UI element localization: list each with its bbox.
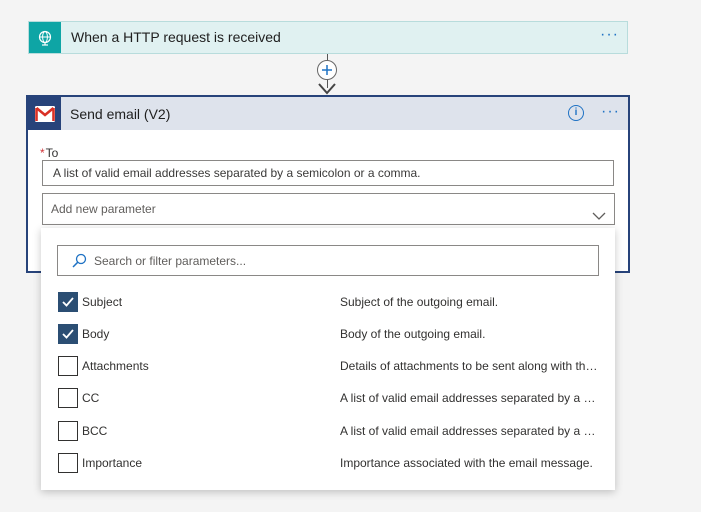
parameter-row-bcc[interactable]: BCC A list of valid email addresses sepa… xyxy=(57,420,599,442)
trigger-title: When a HTTP request is received xyxy=(71,29,281,45)
action-more-icon[interactable]: ··· xyxy=(601,104,620,120)
search-icon xyxy=(71,253,87,274)
add-step-button[interactable] xyxy=(317,60,337,80)
add-parameter-placeholder: Add new parameter xyxy=(51,202,156,216)
cc-checkbox[interactable] xyxy=(58,388,78,408)
body-checkbox[interactable] xyxy=(58,324,78,344)
parameter-description: Body of the outgoing email. xyxy=(340,327,486,341)
parameter-description: A list of valid email addresses separate… xyxy=(340,391,598,405)
checkmark-icon xyxy=(62,329,74,339)
parameter-name: CC xyxy=(82,391,100,405)
info-icon[interactable]: i xyxy=(568,105,584,121)
parameter-name: Body xyxy=(82,327,110,341)
parameter-name: Subject xyxy=(82,295,123,309)
importance-checkbox[interactable] xyxy=(58,453,78,473)
parameter-row-subject[interactable]: Subject Subject of the outgoing email. xyxy=(57,291,599,313)
trigger-card[interactable]: When a HTTP request is received ··· xyxy=(28,21,628,54)
parameter-row-cc[interactable]: CC A list of valid email addresses separ… xyxy=(57,387,599,409)
subject-checkbox[interactable] xyxy=(58,292,78,312)
to-field-label: *To xyxy=(40,146,58,160)
plus-icon xyxy=(322,65,332,75)
http-request-icon xyxy=(29,22,61,53)
parameter-search-input[interactable]: Search or filter parameters... xyxy=(57,245,599,276)
parameter-description: Details of attachments to be sent along … xyxy=(340,359,598,373)
action-title: Send email (V2) xyxy=(70,106,171,122)
parameter-row-body[interactable]: Body Body of the outgoing email. xyxy=(57,323,599,345)
parameter-row-importance[interactable]: Importance Importance associated with th… xyxy=(57,452,599,474)
parameter-description: A list of valid email addresses separate… xyxy=(340,424,598,438)
bcc-checkbox[interactable] xyxy=(58,421,78,441)
required-mark: * xyxy=(40,146,45,160)
parameter-name: BCC xyxy=(82,424,108,438)
to-label-text: To xyxy=(45,146,59,160)
action-header[interactable]: Send email (V2) i ··· xyxy=(28,97,628,130)
parameter-row-attachments[interactable]: Attachments Details of attachments to be… xyxy=(57,355,599,377)
attachments-checkbox[interactable] xyxy=(58,356,78,376)
parameter-description: Importance associated with the email mes… xyxy=(340,456,593,470)
parameter-dropdown-panel: Search or filter parameters... Subject S… xyxy=(41,228,615,490)
parameter-name: Importance xyxy=(82,456,143,470)
parameter-description: Subject of the outgoing email. xyxy=(340,295,499,309)
checkmark-icon xyxy=(62,297,74,307)
gmail-icon xyxy=(28,97,61,130)
parameter-name: Attachments xyxy=(82,359,149,373)
search-placeholder: Search or filter parameters... xyxy=(94,254,247,268)
to-input[interactable]: A list of valid email addresses separate… xyxy=(42,160,614,186)
trigger-more-icon[interactable]: ··· xyxy=(600,27,619,43)
add-new-parameter-dropdown[interactable]: Add new parameter xyxy=(42,193,615,225)
